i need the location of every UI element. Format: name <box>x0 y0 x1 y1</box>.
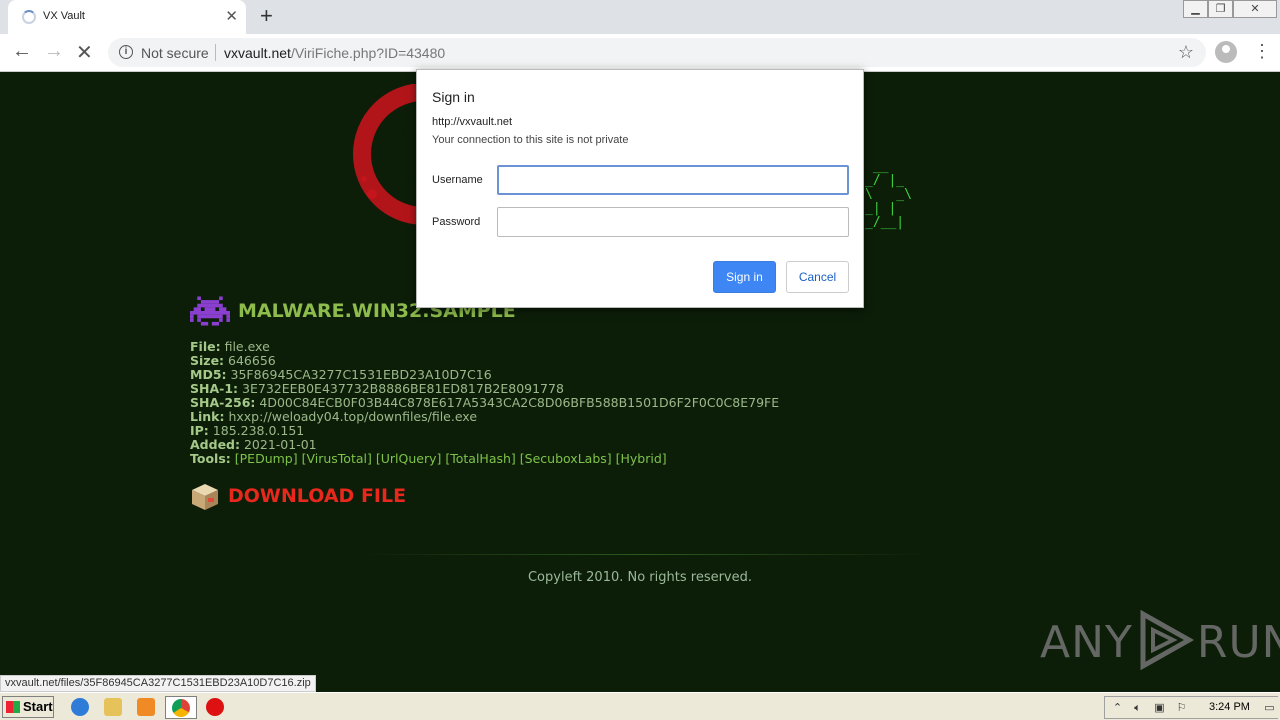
back-icon[interactable]: ← <box>12 40 32 63</box>
tab-title: VX Vault <box>43 10 85 22</box>
start-button[interactable]: Start <box>2 696 54 718</box>
dialog-host: http://vxvault.net <box>432 116 513 128</box>
info-icon[interactable]: i <box>119 45 133 59</box>
space-invader-icon <box>190 296 230 326</box>
dialog-subtitle: Your connection to this site is not priv… <box>432 134 629 146</box>
anyrun-watermark: ANY RUN <box>1040 610 1280 670</box>
chrome-icon <box>172 699 190 717</box>
tab-vx-vault[interactable]: VX Vault ✕ <box>8 0 246 34</box>
minimize-button[interactable]: ▁ <box>1183 0 1208 18</box>
restore-button[interactable]: ❐ <box>1208 0 1233 18</box>
tray-arrow-icon[interactable]: ⌃ <box>1111 702 1124 715</box>
info-row-md5: MD5: 35F86945CA3277C1531EBD23A10D7C16 <box>190 367 492 382</box>
explorer-folder-icon[interactable] <box>104 698 122 716</box>
address-separator <box>215 44 216 61</box>
sign-in-button[interactable]: Sign in <box>713 261 776 293</box>
windows-flag-icon <box>6 701 20 713</box>
username-label: Username <box>432 174 483 186</box>
bookmark-star-icon[interactable]: ☆ <box>1178 42 1194 63</box>
show-desktop-icon[interactable]: ▭ <box>1263 702 1276 715</box>
info-row-link: Link: hxxp://weloady04.top/downfiles/fil… <box>190 409 478 424</box>
network-icon[interactable]: ▣ <box>1153 702 1166 715</box>
tool-link-totalhash[interactable]: [TotalHash] <box>445 451 515 466</box>
window-close-button[interactable]: ✕ <box>1233 0 1277 18</box>
password-label: Password <box>432 216 481 228</box>
info-row-sha1: SHA-1: 3E732EEB0E437732B8886BE81ED817B2E… <box>190 381 564 396</box>
tool-link-secuboxlabs[interactable]: [SecuboxLabs] <box>520 451 612 466</box>
browser-toolbar: ← → ✕ i Not secure vxvault.net/ViriFiche… <box>0 34 1280 72</box>
package-icon <box>192 484 218 510</box>
tool-link-hybrid[interactable]: [Hybrid] <box>616 451 667 466</box>
volume-icon[interactable]: 🔈︎ <box>1131 702 1144 715</box>
flag-notification-icon[interactable]: ⚐ <box>1175 702 1188 715</box>
system-tray: ⌃ 🔈︎ ▣ ⚐ 3:24 PM ▭ <box>1104 696 1278 719</box>
info-row-ip: IP: 185.238.0.151 <box>190 423 305 438</box>
password-field[interactable] <box>497 207 849 237</box>
clock[interactable]: 3:24 PM <box>1209 701 1250 713</box>
info-row-size: Size: 646656 <box>190 353 276 368</box>
dialog-title: Sign in <box>432 89 475 105</box>
tool-link-pedump[interactable]: [PEDump] <box>235 451 298 466</box>
play-logo-icon <box>1140 610 1194 670</box>
antivirus-red-icon[interactable] <box>206 698 224 716</box>
address-bar[interactable]: i Not secure vxvault.net/ViriFiche.php?I… <box>108 38 1206 67</box>
media-player-icon[interactable] <box>137 698 155 716</box>
info-row-added: Added: 2021-01-01 <box>190 437 317 452</box>
new-tab-button[interactable]: + <box>260 3 273 29</box>
stop-icon[interactable]: ✕ <box>76 40 93 65</box>
info-row-file: File: file.exe <box>190 339 270 354</box>
forward-icon[interactable]: → <box>44 40 64 63</box>
cancel-button[interactable]: Cancel <box>786 261 849 293</box>
divider <box>360 554 930 555</box>
footer-copyleft: Copyleft 2010. No rights reserved. <box>527 570 753 585</box>
tab-strip: VX Vault ✕ + ▁ ❐ ✕ <box>0 0 1280 34</box>
tab-close-icon[interactable]: ✕ <box>225 7 238 25</box>
tool-link-virustotal[interactable]: [VirusTotal] <box>302 451 372 466</box>
ascii-art: __ _/ |_ \ _\ _| | _/__| <box>865 159 912 230</box>
not-secure-label[interactable]: Not secure <box>141 45 209 61</box>
info-row-tools: Tools: [PEDump] [VirusTotal] [UrlQuery] … <box>190 451 667 466</box>
ie-icon[interactable] <box>71 698 89 716</box>
sign-in-dialog: Sign in http://vxvault.net Your connecti… <box>416 69 864 308</box>
tool-link-urlquery[interactable]: [UrlQuery] <box>376 451 442 466</box>
chrome-taskbar-button[interactable] <box>165 696 197 719</box>
info-row-sha256: SHA-256: 4D00C84ECB0F03B44C878E617A5343C… <box>190 395 780 410</box>
loading-spinner-icon <box>22 10 36 24</box>
status-bar-url: vxvault.net/files/35F86945CA3277C1531EBD… <box>0 675 316 692</box>
windows-taskbar: Start ⌃ 🔈︎ ▣ ⚐ 3:24 PM ▭ <box>0 692 1280 720</box>
sample-info: File: file.exe Size: 646656 MD5: 35F8694… <box>190 340 779 466</box>
download-file-label[interactable]: DOWNLOAD FILE <box>228 485 406 507</box>
browser-menu-icon[interactable]: ⋮ <box>1253 41 1271 62</box>
profile-avatar-icon[interactable] <box>1215 41 1237 63</box>
username-field[interactable] <box>497 165 849 195</box>
url-text[interactable]: vxvault.net/ViriFiche.php?ID=43480 <box>224 45 445 61</box>
